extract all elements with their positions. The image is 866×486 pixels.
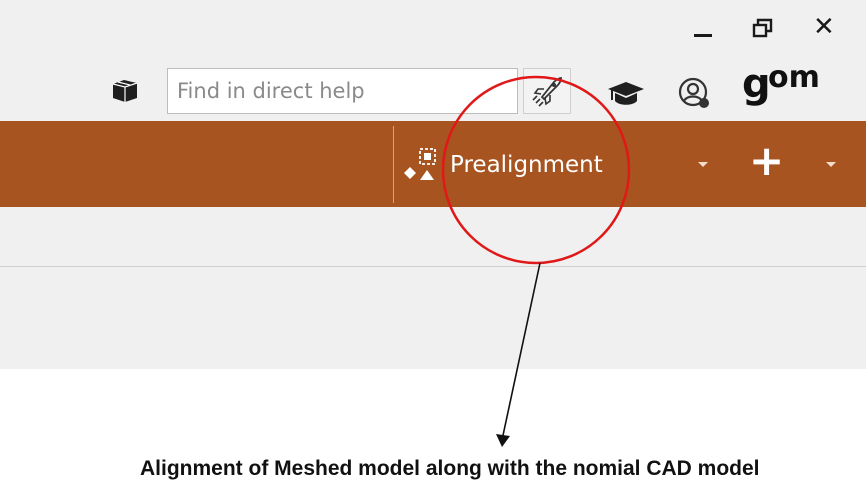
prealignment-dropdown-icon[interactable]: [698, 162, 708, 167]
content-panel: [0, 267, 866, 369]
arrowhead: [496, 434, 510, 447]
gom-logo: g om: [742, 60, 820, 107]
package-icon[interactable]: [110, 76, 140, 104]
ribbon-divider: [393, 126, 394, 203]
prealignment-icon[interactable]: [401, 146, 445, 186]
close-icon[interactable]: ✕: [813, 14, 835, 40]
toolbar-panel: [0, 207, 866, 266]
add-dropdown-icon[interactable]: [826, 162, 836, 167]
prealignment-label[interactable]: Prealignment: [450, 150, 603, 180]
minimize-icon[interactable]: [694, 34, 712, 37]
svg-text:g: g: [742, 61, 771, 107]
search-field[interactable]: [167, 68, 518, 114]
plus-icon[interactable]: +: [749, 140, 784, 182]
graduation-cap-icon[interactable]: [606, 80, 646, 108]
svg-text:om: om: [768, 60, 820, 95]
annotation-caption: Alignment of Meshed model along with the…: [140, 457, 760, 480]
user-account-icon[interactable]: [677, 76, 711, 110]
rocket-button[interactable]: [523, 68, 571, 114]
rocket-icon: [532, 77, 562, 107]
search-input[interactable]: [168, 69, 517, 113]
restore-icon[interactable]: [752, 17, 774, 39]
